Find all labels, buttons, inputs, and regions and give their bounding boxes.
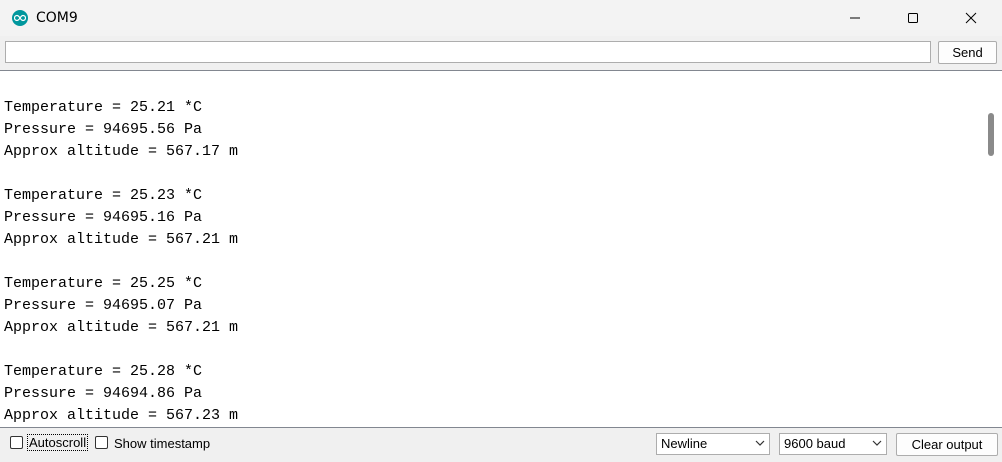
output-lines: Temperature = 25.21 *C Pressure = 94695.5…	[4, 75, 238, 427]
autoscroll-checkbox[interactable]	[10, 436, 23, 449]
output-line: Temperature = 25.28 *C	[4, 363, 203, 380]
scrollbar-thumb[interactable]	[988, 113, 994, 156]
output-line: Approx altitude = 567.21 m	[4, 319, 239, 336]
minimize-icon	[850, 17, 860, 19]
output-line: Pressure = 94695.07 Pa	[4, 297, 203, 314]
output-line: Pressure = 94695.16 Pa	[4, 209, 203, 226]
line-ending-select[interactable]: Newline	[656, 433, 770, 455]
arduino-icon	[12, 10, 28, 26]
vertical-scrollbar[interactable]	[982, 71, 1002, 427]
output-line: Temperature = 25.23 *C	[4, 187, 203, 204]
minimize-button[interactable]	[826, 0, 884, 36]
title-bar: COM9	[0, 0, 1002, 36]
output-line: Approx altitude = 567.21 m	[4, 231, 239, 248]
output-line: Approx altitude = 567.23 m	[4, 407, 239, 424]
maximize-button[interactable]	[884, 0, 942, 36]
chevron-down-icon	[755, 440, 765, 446]
send-row: Send	[0, 36, 1002, 70]
bottom-toolbar: Autoscroll Show timestamp Newline 9600 b…	[0, 428, 1002, 462]
maximize-icon	[908, 13, 918, 23]
chevron-down-icon	[872, 440, 882, 446]
window-title: COM9	[36, 10, 78, 26]
output-line: Temperature = 25.25 *C	[4, 275, 203, 292]
output-line: Approx altitude = 567.17 m	[4, 143, 239, 160]
output-line: Pressure = 94694.86 Pa	[4, 385, 203, 402]
close-icon	[965, 12, 977, 24]
line-ending-value: Newline	[661, 436, 708, 451]
send-button[interactable]: Send	[938, 41, 997, 64]
output-line: Pressure = 94695.56 Pa	[4, 121, 203, 138]
serial-input[interactable]	[5, 41, 931, 63]
close-button[interactable]	[942, 0, 1000, 36]
show-timestamp-label[interactable]: Show timestamp	[114, 436, 210, 451]
clear-output-button[interactable]: Clear output	[896, 433, 998, 456]
baud-rate-value: 9600 baud	[784, 436, 846, 451]
autoscroll-label[interactable]: Autoscroll	[26, 434, 89, 451]
show-timestamp-checkbox[interactable]	[95, 436, 108, 449]
baud-rate-select[interactable]: 9600 baud	[779, 433, 887, 455]
serial-output[interactable]: Temperature = 25.21 *C Pressure = 94695.5…	[0, 70, 1002, 428]
output-line: Temperature = 25.21 *C	[4, 99, 203, 116]
